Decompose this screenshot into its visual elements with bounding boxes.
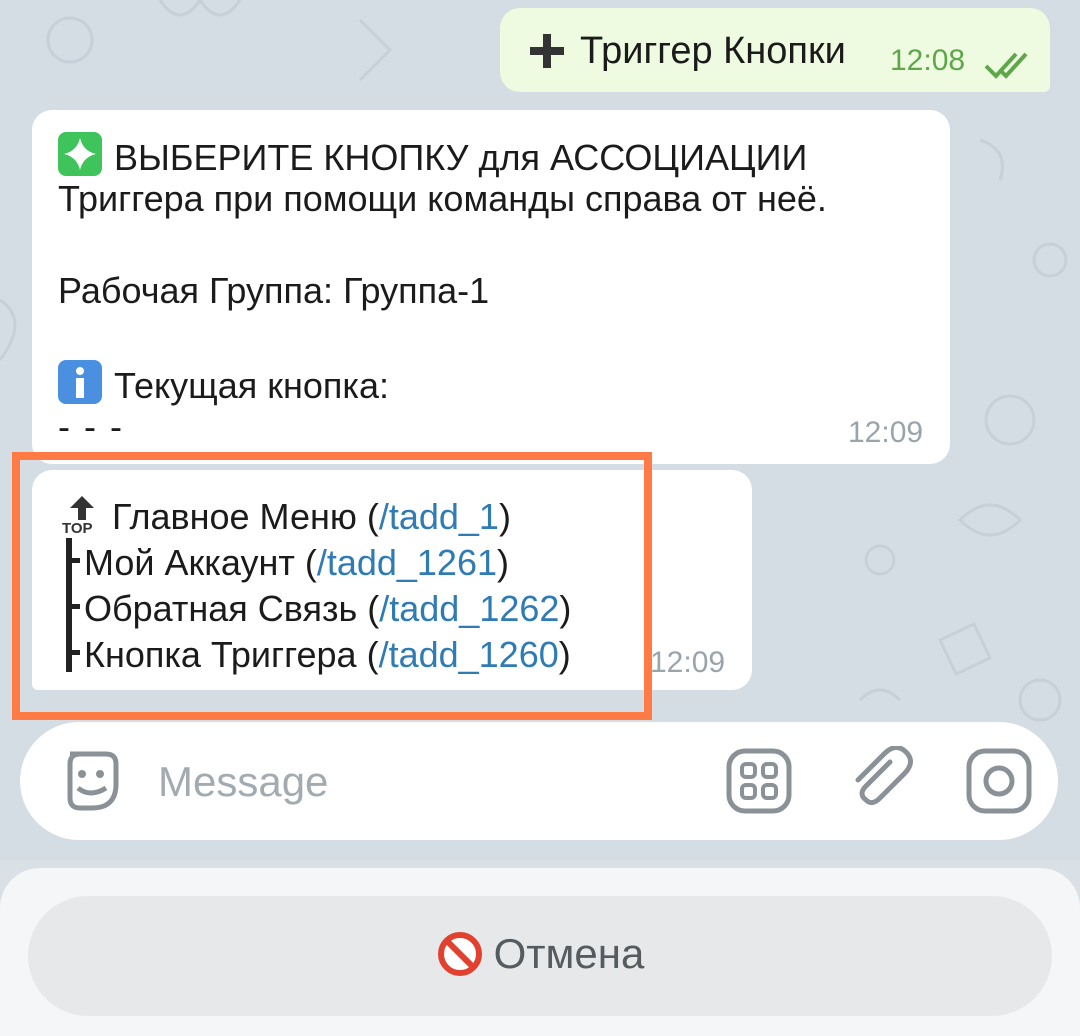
cancel-button-label: Отмена	[493, 930, 645, 977]
message-title-line: ВЫБЕРИТЕ КНОПКУ для АССОЦИАЦИИ	[114, 137, 808, 178]
incoming-message-bubble[interactable]: ВЫБЕРИТЕ КНОПКУ для АССОЦИАЦИИ Триггера …	[32, 110, 950, 464]
cancel-button-content: Отмена	[28, 930, 1052, 978]
prohibited-icon	[437, 932, 482, 976]
message-time: 12:09	[650, 646, 726, 679]
message-input-bar: Message	[20, 722, 1058, 840]
outgoing-message-text: Триггер Кнопки	[580, 30, 846, 72]
current-button-label: Текущая кнопка:	[114, 365, 389, 406]
sparkle-icon	[58, 132, 102, 176]
paperclip-icon[interactable]	[846, 746, 916, 816]
camera-icon[interactable]	[964, 746, 1034, 816]
cancel-button[interactable]: Отмена	[28, 896, 1052, 1016]
message-input[interactable]: Message	[158, 758, 328, 806]
message-line: Текущая кнопка:	[58, 360, 389, 407]
plus-icon	[530, 34, 564, 68]
bot-menu-icon[interactable]	[724, 746, 794, 816]
highlight-frame	[12, 452, 652, 720]
message-subtitle-line: Триггера при помощи команды справа от не…	[58, 178, 827, 219]
outgoing-message-time: 12:08	[890, 44, 966, 77]
sticker-icon[interactable]	[56, 746, 126, 816]
info-icon	[58, 360, 102, 404]
reply-keyboard-panel: Отмена	[0, 868, 1080, 1036]
current-button-value: - - -	[58, 406, 124, 447]
message-line: ВЫБЕРИТЕ КНОПКУ для АССОЦИАЦИИ	[58, 132, 807, 179]
double-check-icon	[984, 52, 1028, 79]
working-group-line: Рабочая Группа: Группа-1	[58, 270, 490, 311]
message-time: 12:09	[848, 416, 924, 449]
outgoing-message-bubble[interactable]: Триггер Кнопки 12:08	[500, 8, 1050, 92]
